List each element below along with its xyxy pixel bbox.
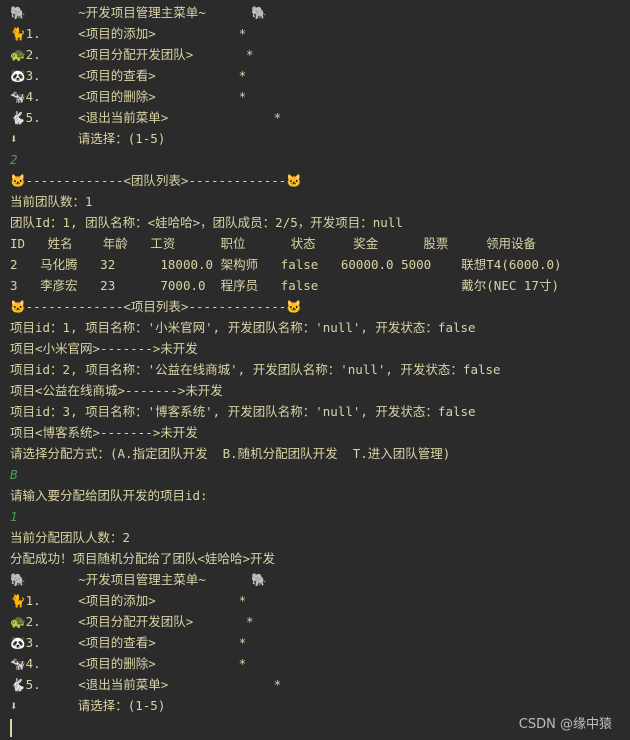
console-line: 项目id：3, 项目名称：'博客系统', 开发团队名称：'null', 开发状态…: [10, 404, 476, 419]
console-line: 当前团队数：1: [10, 194, 93, 209]
console-line: 3 李彦宏 23 7000.0 程序员 false 戴尔(NEC 17寸): [10, 278, 559, 293]
console-line: 🐇5. <退出当前菜单> *: [10, 677, 282, 692]
console-line: 🐼3. <项目的查看> *: [10, 635, 247, 650]
console-line: 请输入要分配给团队开发的项目id:: [10, 488, 208, 503]
console-line: 🐄4. <项目的删除> *: [10, 656, 247, 671]
console-input-line: 1: [10, 509, 18, 524]
console-line: 项目<博客系统>------->未开发: [10, 425, 198, 440]
console-line: 🐢2. <项目分配开发团队> *: [10, 614, 254, 629]
console-line: 项目<公益在线商城>------->未开发: [10, 383, 223, 398]
console-line: 🐢2. <项目分配开发团队> *: [10, 47, 254, 62]
console-line: 🐼3. <项目的查看> *: [10, 68, 247, 83]
csdn-watermark: CSDN @缘中猿: [518, 717, 612, 732]
console-line: 🐘 ~开发项目管理主菜单~ 🐘: [10, 572, 267, 587]
console-line: 团队Id：1, 团队名称：<娃哈哈>，团队成员：2/5，开发项目：null: [10, 215, 403, 230]
console-line: 🐱-------------<项目列表>-------------🐱: [10, 299, 302, 314]
console-line: 当前分配团队人数：2: [10, 530, 131, 545]
console-line: 分配成功！项目随机分配给了团队<娃哈哈>开发: [10, 551, 276, 566]
text-cursor: [10, 719, 12, 737]
console-output[interactable]: 🐘 ~开发项目管理主菜单~ 🐘 🐈1. <项目的添加> * 🐢2. <项目分配开发团…: [0, 0, 630, 740]
console-line: 🐱-------------<团队列表>-------------🐱: [10, 173, 302, 188]
console-line: 项目id：2, 项目名称：'公益在线商城', 开发团队名称：'null', 开发…: [10, 362, 501, 377]
console-line: ⬇ 请选择：(1-5): [10, 698, 166, 713]
console-input-line: 2: [10, 152, 18, 167]
console-input-line: B: [10, 467, 18, 482]
console-line: 🐇5. <退出当前菜单> *: [10, 110, 282, 125]
console-line: ⬇ 请选择：(1-5): [10, 131, 166, 146]
console-line: 请选择分配方式：(A.指定团队开发 B.随机分配团队开发 T.进入团队管理): [10, 446, 451, 461]
console-line: 🐈1. <项目的添加> *: [10, 593, 247, 608]
console-line: 🐈1. <项目的添加> *: [10, 26, 247, 41]
console-line: 🐘 ~开发项目管理主菜单~ 🐘: [10, 5, 267, 20]
console-line: ID 姓名 年龄 工资 职位 状态 奖金 股票 领用设备: [10, 236, 537, 251]
console-line: 2 马化腾 32 18000.0 架构师 false 60000.0 5000 …: [10, 257, 562, 272]
console-line: 🐄4. <项目的删除> *: [10, 89, 247, 104]
console-line: 项目<小米官网>------->未开发: [10, 341, 198, 356]
console-line: 项目id：1, 项目名称：'小米官网', 开发团队名称：'null', 开发状态…: [10, 320, 476, 335]
